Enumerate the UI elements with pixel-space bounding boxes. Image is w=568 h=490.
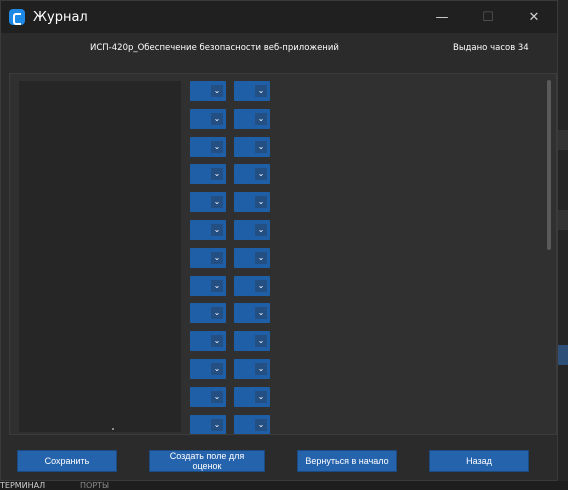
chevron-down-icon[interactable]: ⌄ [211, 335, 223, 348]
grade-select[interactable]: ⌄ [190, 220, 226, 240]
chevron-down-icon[interactable]: ⌄ [255, 112, 267, 125]
save-button[interactable]: Сохранить [17, 450, 117, 472]
chevron-down-icon[interactable]: ⌄ [211, 307, 223, 320]
chevron-down-icon[interactable]: ⌄ [211, 418, 223, 431]
grade-select[interactable]: ⌄ [234, 220, 270, 240]
background-app-edge [558, 0, 568, 481]
chevron-down-icon[interactable]: ⌄ [255, 279, 267, 292]
title-bar[interactable]: Журнал — ☐ ✕ [1, 1, 557, 33]
journal-header: ИСП-420р_Обеспечение безопасности веб-пр… [1, 43, 557, 57]
maximize-button[interactable]: ☐ [465, 1, 511, 33]
grade-select[interactable]: ⌄ [190, 303, 226, 324]
background-app-tabs: ТЕРМИНАЛ ПОРТЫ [0, 481, 568, 490]
grade-select[interactable]: ⌄ [190, 331, 226, 352]
grade-select[interactable]: ⌄ [234, 331, 270, 352]
chevron-down-icon[interactable]: ⌄ [211, 390, 223, 403]
grade-select[interactable]: ⌄ [234, 386, 270, 407]
grade-select[interactable]: ⌄ [234, 414, 270, 434]
window-title: Журнал [33, 9, 88, 25]
chevron-down-icon[interactable]: ⌄ [211, 85, 223, 97]
grade-select[interactable]: ⌄ [234, 247, 270, 268]
tab-ports[interactable]: ПОРТЫ [80, 481, 109, 490]
grade-select[interactable]: ⌄ [190, 164, 226, 185]
chevron-down-icon[interactable]: ⌄ [211, 224, 223, 236]
grade-select[interactable]: ⌄ [190, 275, 226, 296]
chevron-down-icon[interactable]: ⌄ [211, 196, 223, 209]
close-button[interactable]: ✕ [511, 1, 557, 33]
chevron-down-icon[interactable]: ⌄ [255, 168, 267, 181]
back-to-start-button[interactable]: Вернуться в начало [297, 450, 397, 472]
grade-select[interactable]: ⌄ [190, 108, 226, 129]
chevron-down-icon[interactable]: ⌄ [255, 196, 267, 209]
background-panel-mark [558, 210, 568, 230]
hours-issued-label: Выдано часов 34 [453, 43, 529, 53]
chevron-down-icon[interactable]: ⌄ [255, 335, 267, 348]
background-panel-mark [558, 345, 568, 365]
grade-select[interactable]: ⌄ [190, 359, 226, 379]
grade-select[interactable]: ⌄ [190, 192, 226, 213]
chevron-down-icon[interactable]: ⌄ [211, 168, 223, 181]
chevron-down-icon[interactable]: ⌄ [255, 390, 267, 403]
chevron-down-icon[interactable]: ⌄ [211, 279, 223, 292]
chevron-down-icon[interactable]: ⌄ [255, 140, 267, 153]
grade-select[interactable]: ⌄ [190, 81, 226, 101]
chevron-down-icon[interactable]: ⌄ [255, 307, 267, 320]
grade-select[interactable]: ⌄ [190, 136, 226, 157]
chevron-down-icon[interactable]: ⌄ [211, 363, 223, 375]
grade-select[interactable]: ⌄ [234, 164, 270, 185]
grade-select[interactable]: ⌄ [234, 275, 270, 296]
chevron-down-icon[interactable]: ⌄ [211, 112, 223, 125]
grade-select[interactable]: ⌄ [234, 81, 270, 101]
chevron-down-icon[interactable]: ⌄ [255, 363, 267, 375]
grade-select[interactable]: ⌄ [234, 303, 270, 324]
grade-select[interactable]: ⌄ [234, 136, 270, 157]
create-grade-field-button[interactable]: Создать поле для оценок [149, 450, 265, 472]
background-panel-mark [558, 130, 568, 150]
chevron-down-icon[interactable]: ⌄ [211, 140, 223, 153]
chevron-down-icon[interactable]: ⌄ [255, 418, 267, 431]
window-controls: — ☐ ✕ [419, 1, 557, 33]
student-names-list[interactable] [19, 81, 181, 432]
grades-panel: ⌄ ⌄ ⌄ ⌄ ⌄ ⌄ ⌄ ⌄ ⌄ ⌄ ⌄ ⌄ ⌄ ⌄ ⌄ ⌄ ⌄ ⌄ ⌄ ⌄ ⌄ ⌄ ⌄ ⌄ ⌄ ⌄ [9, 73, 557, 435]
tab-terminal[interactable]: ТЕРМИНАЛ [0, 481, 45, 490]
chevron-down-icon[interactable]: ⌄ [255, 85, 267, 97]
chevron-down-icon[interactable]: ⌄ [211, 251, 223, 264]
chevron-down-icon[interactable]: ⌄ [255, 251, 267, 264]
back-button[interactable]: Назад [429, 450, 529, 472]
vertical-scrollbar[interactable] [547, 80, 551, 250]
list-marker [112, 428, 114, 430]
grade-select[interactable]: ⌄ [234, 192, 270, 213]
grade-select[interactable]: ⌄ [190, 247, 226, 268]
grade-select[interactable]: ⌄ [234, 108, 270, 129]
chevron-down-icon[interactable]: ⌄ [255, 224, 267, 236]
course-name-label: ИСП-420р_Обеспечение безопасности веб-пр… [90, 43, 339, 53]
minimize-button[interactable]: — [419, 1, 465, 33]
grade-select[interactable]: ⌄ [190, 386, 226, 407]
grade-select[interactable]: ⌄ [234, 359, 270, 379]
app-logo-icon [9, 9, 25, 25]
journal-window: Журнал — ☐ ✕ ИСП-420р_Обеспечение безопа… [0, 0, 558, 481]
grade-select[interactable]: ⌄ [190, 414, 226, 434]
